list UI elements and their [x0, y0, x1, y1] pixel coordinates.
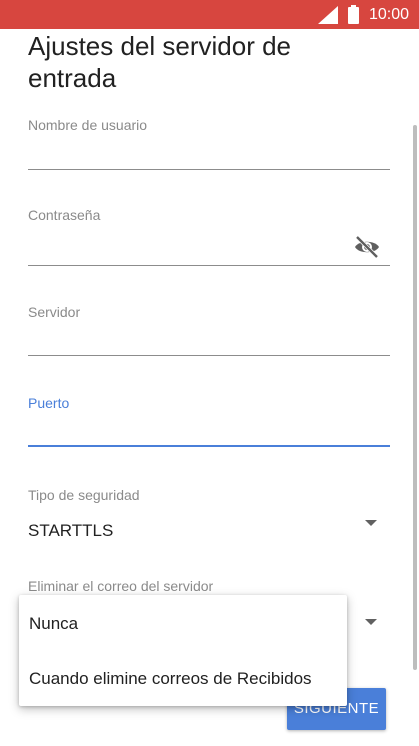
status-time: 10:00 — [369, 6, 410, 23]
server-field[interactable] — [28, 328, 390, 356]
scrollbar[interactable] — [413, 125, 417, 670]
delete-from-server-label: Eliminar el correo del servidor — [28, 578, 214, 594]
delete-options-menu: Nunca Cuando elimine correos de Recibido… — [19, 595, 347, 706]
security-type-label: Tipo de seguridad — [28, 487, 140, 503]
visibility-off-icon[interactable] — [353, 235, 381, 259]
status-bar: 10:00 — [0, 0, 419, 29]
menu-option-never[interactable]: Nunca — [29, 614, 78, 634]
security-type-select[interactable]: STARTTLS — [28, 521, 113, 541]
page-title: Ajustes del servidor de entrada — [28, 31, 292, 93]
menu-option-when-deleted-from-inbox[interactable]: Cuando elimine correos de Recibidos — [29, 669, 312, 689]
password-field[interactable] — [28, 238, 390, 266]
port-field[interactable] — [28, 419, 390, 447]
username-field[interactable] — [28, 142, 390, 170]
password-label: Contraseña — [28, 207, 101, 223]
port-label: Puerto — [28, 395, 70, 411]
delete-from-server-dropdown-icon[interactable] — [365, 619, 377, 625]
server-label: Servidor — [28, 304, 81, 320]
username-label: Nombre de usuario — [28, 117, 148, 133]
signal-icon — [318, 6, 338, 24]
security-type-dropdown-icon[interactable] — [365, 520, 377, 526]
battery-icon — [348, 5, 359, 24]
